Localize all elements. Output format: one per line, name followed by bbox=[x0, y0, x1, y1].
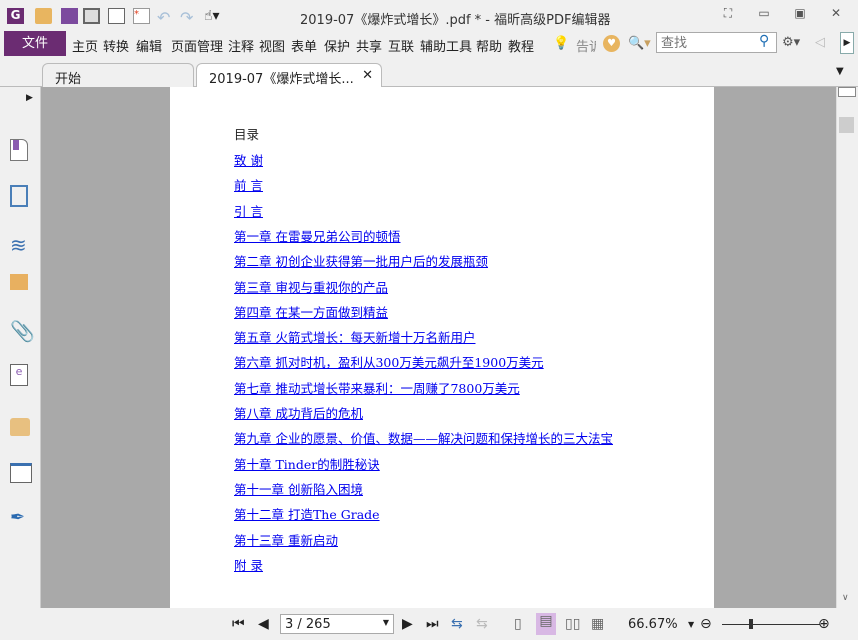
toc-link[interactable]: 第二章 初创企业获得第一批用户后的发展瓶颈 bbox=[234, 251, 488, 270]
single-page-icon[interactable]: ▯ bbox=[514, 616, 522, 632]
form-fields-icon[interactable] bbox=[10, 463, 32, 483]
toc-link[interactable]: 第九章 企业的愿景、价值、数据——解决问题和保持增长的三大法宝 bbox=[234, 428, 613, 447]
menu-view[interactable]: 视图 bbox=[259, 36, 285, 55]
previous-page-button[interactable]: ◀ bbox=[258, 616, 269, 632]
comments-icon[interactable] bbox=[10, 274, 28, 290]
file-menu-button[interactable]: 文件 bbox=[4, 31, 66, 56]
close-button[interactable]: ✕ bbox=[826, 6, 846, 24]
continuous-facing-icon[interactable]: ▦ bbox=[591, 616, 604, 632]
tell-me[interactable]: 告诉 bbox=[576, 36, 596, 55]
hand-tool-icon[interactable]: ☝▾ bbox=[204, 8, 234, 24]
print-icon[interactable] bbox=[83, 8, 100, 24]
menu-page-manage[interactable]: 页面管理 bbox=[171, 36, 223, 55]
open-folder-icon[interactable] bbox=[35, 8, 52, 24]
toc-link[interactable]: 第十三章 重新启动 bbox=[234, 530, 338, 549]
zoom-dropdown-icon[interactable]: ▼ bbox=[688, 620, 694, 629]
app-logo-icon: G bbox=[7, 8, 24, 24]
new-icon[interactable]: * bbox=[133, 8, 150, 24]
attachment-icon[interactable]: 📎 bbox=[10, 319, 35, 343]
zoom-in-button[interactable]: ⊕ bbox=[818, 616, 830, 632]
menu-home[interactable]: 主页 bbox=[72, 36, 98, 55]
heart-icon[interactable]: ♥ bbox=[603, 35, 620, 52]
page-number-input[interactable]: 3 / 265 ▼ bbox=[280, 614, 394, 634]
expand-panel-icon[interactable]: ▶ bbox=[26, 93, 33, 103]
page-thumbnails-icon[interactable] bbox=[10, 185, 28, 207]
next-page-button[interactable]: ▶ bbox=[402, 616, 413, 632]
toc-link[interactable]: 第七章 推动式增长带来暴利：一周赚了7800万美元 bbox=[234, 378, 520, 397]
undo-icon[interactable]: ↶ bbox=[157, 8, 174, 27]
document-view[interactable]: 目录 致 谢前 言引 言第一章 在雷曼兄弟公司的顿悟第二章 初创企业获得第一批用… bbox=[41, 87, 836, 608]
certify-pen-icon[interactable]: ✒ bbox=[10, 507, 32, 529]
menu-connect[interactable]: 互联 bbox=[388, 36, 414, 55]
next-view-icon[interactable]: ⇆ bbox=[476, 616, 488, 632]
save-icon[interactable] bbox=[61, 8, 78, 24]
tab-list-dropdown-icon[interactable]: ▼ bbox=[836, 66, 844, 77]
email-icon[interactable] bbox=[108, 8, 125, 24]
toc-link[interactable]: 第八章 成功背后的危机 bbox=[234, 403, 363, 422]
scroll-left-icon[interactable]: ◁ bbox=[815, 35, 825, 50]
lock-icon[interactable] bbox=[10, 418, 30, 436]
scroll-up-button[interactable] bbox=[838, 87, 856, 97]
previous-view-icon[interactable]: ⇆ bbox=[451, 616, 463, 632]
toc-link[interactable]: 第六章 抓对时机，盈利从300万美元飙升至1900万美元 bbox=[234, 352, 544, 371]
toc-link[interactable]: 附 录 bbox=[234, 555, 263, 574]
status-bar: ⏮ ◀ 3 / 265 ▼ ▶ ⏭ ⇆ ⇆ ▯ ▤ ▯▯ ▦ 66.67% ▼ ⊖… bbox=[0, 608, 858, 640]
menu-accessibility[interactable]: 辅助工具 bbox=[420, 36, 472, 55]
toc-link[interactable]: 第一章 在雷曼兄弟公司的顿悟 bbox=[234, 226, 400, 245]
menu-tutorial[interactable]: 教程 bbox=[508, 36, 534, 55]
scroll-down-icon[interactable]: ∨ bbox=[842, 593, 849, 603]
scroll-right-button[interactable]: ▶ bbox=[840, 32, 854, 54]
toc-link[interactable]: 前 言 bbox=[234, 175, 263, 194]
scroll-thumb[interactable] bbox=[839, 117, 854, 133]
toc-link[interactable]: 致 谢 bbox=[234, 150, 263, 169]
gear-icon[interactable]: ⚙▾ bbox=[782, 35, 800, 50]
last-page-button[interactable]: ⏭ bbox=[426, 616, 439, 632]
menu-share[interactable]: 共享 bbox=[356, 36, 382, 55]
pdf-page: 目录 致 谢前 言引 言第一章 在雷曼兄弟公司的顿悟第二章 初创企业获得第一批用… bbox=[170, 87, 714, 608]
tab-start[interactable]: 开始 bbox=[42, 63, 194, 88]
search-icon[interactable]: ⚲ bbox=[759, 33, 769, 49]
menu-protect[interactable]: 保护 bbox=[324, 36, 350, 55]
redo-icon[interactable]: ↷ bbox=[180, 8, 197, 27]
toc-link[interactable]: 引 言 bbox=[234, 201, 263, 220]
minimize-button[interactable]: ▭ bbox=[754, 6, 774, 24]
signature-icon[interactable]: e bbox=[10, 364, 28, 386]
zoom-out-button[interactable]: ⊖ bbox=[700, 616, 712, 632]
left-panel: ▶ ≋ 📎 e ✒ bbox=[0, 87, 41, 608]
window-title: 2019-07《爆炸式增长》.pdf * - 福昕高级PDF编辑器 bbox=[300, 13, 611, 28]
vertical-scrollbar[interactable]: ∨ bbox=[836, 87, 858, 608]
zoom-slider-thumb[interactable] bbox=[749, 619, 753, 629]
toc-link[interactable]: 第五章 火箭式增长：每天新增十万名新用户 bbox=[234, 327, 475, 346]
menu-form[interactable]: 表单 bbox=[291, 36, 317, 55]
title-bar: G * ↶ ↷ ☝▾ 2019-07《爆炸式增长》.pdf * - 福昕高级PD… bbox=[0, 0, 858, 32]
toc-link[interactable]: 第三章 审视与重视你的产品 bbox=[234, 277, 388, 296]
toc-heading: 目录 bbox=[234, 127, 260, 142]
tab-document[interactable]: 2019-07《爆炸式增长... ✕ bbox=[196, 63, 382, 89]
toc-link[interactable]: 第十二章 打造The Grade bbox=[234, 504, 380, 523]
zoom-slider[interactable] bbox=[722, 624, 820, 625]
first-page-button[interactable]: ⏮ bbox=[232, 616, 245, 632]
menu-help[interactable]: 帮助 bbox=[476, 36, 502, 55]
layers-icon[interactable]: ≋ bbox=[10, 233, 32, 257]
zoom-level[interactable]: 66.67% bbox=[628, 617, 678, 632]
facing-pages-icon[interactable]: ▯▯ bbox=[565, 616, 580, 632]
fullscreen-icon[interactable]: ⛶ bbox=[718, 6, 738, 24]
toc-link[interactable]: 第十一章 创新陷入困境 bbox=[234, 479, 363, 498]
lightbulb-icon[interactable]: 💡 bbox=[553, 36, 569, 51]
close-tab-icon[interactable]: ✕ bbox=[362, 68, 373, 83]
menu-convert[interactable]: 转换 bbox=[103, 36, 129, 55]
tab-document-label: 2019-07《爆炸式增长... bbox=[209, 72, 354, 87]
folder-search-icon[interactable]: 🔍▾ bbox=[628, 36, 651, 51]
toc-link[interactable]: 第四章 在某一方面做到精益 bbox=[234, 302, 388, 321]
toc-link[interactable]: 第十章 Tinder的制胜秘诀 bbox=[234, 454, 380, 473]
tab-bar: 开始 2019-07《爆炸式增长... ✕ ▼ bbox=[0, 62, 858, 89]
continuous-page-icon[interactable]: ▤ bbox=[536, 613, 556, 635]
bookmark-icon[interactable] bbox=[13, 140, 19, 150]
menu-edit[interactable]: 编辑 bbox=[136, 36, 162, 55]
maximize-button[interactable]: ▣ bbox=[790, 6, 810, 24]
menu-comment[interactable]: 注释 bbox=[228, 36, 254, 55]
page-number: 3 / 265 bbox=[285, 617, 331, 632]
